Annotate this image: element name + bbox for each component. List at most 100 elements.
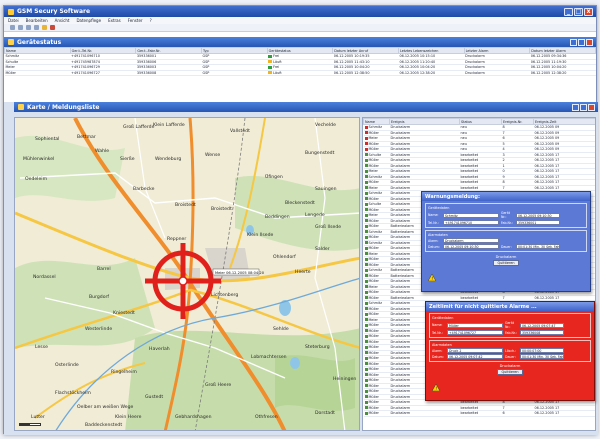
maximize-button[interactable]: □ bbox=[574, 8, 583, 16]
fabnr-field[interactable]: 359336008 bbox=[520, 330, 564, 335]
table-cell: 06.12.2005 12:38:20 bbox=[529, 70, 596, 76]
place-label: Flachstöckheim bbox=[55, 390, 91, 396]
warning-dialog-titlebar: Warnungsmeldung: bbox=[422, 192, 590, 201]
place-label: Lobmachtersen bbox=[251, 354, 287, 360]
name-field[interactable]: Müller bbox=[447, 322, 503, 328]
date-label: Datum: bbox=[428, 244, 440, 249]
date-field[interactable]: 06.12.2005 09:10:30 bbox=[443, 244, 499, 249]
device-no-field[interactable]: 06.12.2005 09:07:47 bbox=[520, 322, 564, 328]
warning-icon: ! bbox=[428, 274, 436, 281]
alarm-status-text: Druckalarm bbox=[499, 364, 521, 368]
event-icon bbox=[364, 378, 368, 382]
duration-field[interactable]: 00:01:30 Min. 30 Sek. Fahrt bbox=[520, 354, 564, 359]
table-cell: Läuft bbox=[267, 70, 333, 76]
alarm-label: Alarm: bbox=[432, 348, 443, 353]
menu-datei[interactable]: Datei bbox=[8, 18, 19, 23]
place-label: Osterlinde bbox=[55, 362, 79, 368]
place-label: Barbecke bbox=[133, 186, 155, 192]
map-view[interactable]: Groß Lafferde Klein Lafferde Vallstedt Vech… bbox=[14, 117, 360, 431]
menu-extras[interactable]: Extras bbox=[108, 18, 121, 23]
event-icon bbox=[364, 241, 368, 245]
event-icon bbox=[364, 169, 368, 173]
fabnr-label: Fab.Nr.: bbox=[505, 330, 518, 335]
fabnr-field[interactable]: 359336001 bbox=[516, 220, 560, 225]
group-label: Gerätedaten bbox=[428, 206, 450, 210]
place-label: Westerlinde bbox=[85, 326, 112, 332]
map-canvas[interactable]: Groß LafferdeKlein Lafferde Vallstedt Vech… bbox=[15, 118, 360, 431]
save-icon[interactable] bbox=[26, 25, 31, 30]
alarm-field[interactable]: Druckalarm bbox=[443, 238, 499, 243]
table-cell: GSP bbox=[201, 70, 268, 76]
close-button[interactable]: x bbox=[584, 8, 593, 16]
event-icon bbox=[364, 202, 368, 206]
menu-fenster[interactable]: Fenster bbox=[128, 18, 143, 23]
print-icon[interactable] bbox=[34, 25, 39, 30]
alarm-field[interactable]: Druck 2 bbox=[447, 348, 503, 353]
panel-restore-button[interactable] bbox=[570, 39, 577, 46]
list-item[interactable]: MüllerDruckalarmbearbeitet606.12.2005 17 bbox=[363, 410, 595, 417]
event-icon bbox=[364, 180, 368, 184]
panel-buttons bbox=[570, 39, 593, 46]
open-icon[interactable] bbox=[18, 25, 23, 30]
menu-ansicht[interactable]: Ansicht bbox=[55, 18, 70, 23]
help-icon[interactable] bbox=[42, 25, 47, 30]
menu-bearbeiten[interactable]: Bearbeiten bbox=[26, 18, 48, 23]
alarm-acknowledge-button[interactable]: Quittieren bbox=[497, 369, 523, 375]
table-row[interactable]: Müller +491741096727 359336008 GSP Läuft 06.1… bbox=[4, 70, 596, 76]
table-cell: 06.12.2005 12:38:50 bbox=[332, 70, 399, 76]
event-icon bbox=[364, 224, 368, 228]
event-icon bbox=[364, 318, 368, 322]
alarm-dialog-title: Zeitlimit für nicht quittierte Alarme ..… bbox=[429, 303, 537, 310]
place-label: Gustedt bbox=[145, 394, 163, 400]
map-panel-buttons bbox=[572, 104, 595, 111]
place-label: Othfresen bbox=[255, 414, 278, 420]
place-label: Ohlendorf bbox=[273, 254, 296, 260]
event-icon bbox=[364, 257, 368, 261]
place-label: Heerte bbox=[295, 269, 311, 275]
place-label: Broistedt bbox=[175, 202, 196, 208]
place-label: Beddingen bbox=[265, 214, 290, 220]
menu-datenpflege[interactable]: Datenpflege bbox=[76, 18, 101, 23]
event-icon bbox=[364, 263, 368, 267]
event-icon bbox=[364, 246, 368, 250]
device-no-field[interactable]: 06.12.2005 09:10:30 bbox=[516, 212, 560, 218]
place-label: Sierße bbox=[120, 156, 135, 162]
device-status-title: Gerätestatus bbox=[17, 38, 62, 46]
event-icon bbox=[364, 158, 368, 162]
map-close-button[interactable] bbox=[588, 104, 595, 111]
name-field[interactable]: Schmitz bbox=[443, 212, 499, 218]
telnr-label: Tel.Nr.: bbox=[428, 220, 439, 225]
map-maximize-button[interactable] bbox=[580, 104, 587, 111]
menu-help[interactable]: ? bbox=[150, 18, 152, 23]
minimize-button[interactable]: _ bbox=[564, 8, 573, 16]
event-icon bbox=[364, 329, 368, 333]
menu-bar: Datei Bearbeiten Ansicht Datenpflege Ext… bbox=[4, 17, 596, 24]
device-status-table: Name Ger.t.-Tel.Nr. Ger.t.-Fabr.Nr. Typ Gerä… bbox=[4, 47, 596, 76]
panel-maximize-button[interactable] bbox=[578, 39, 585, 46]
extra-field[interactable]: 00:00:07:00 bbox=[520, 348, 564, 353]
place-label: Wendeburg bbox=[155, 156, 181, 162]
alarm-alarm-group: Alarmdaten Alarm: Druck 2 Lösch.: 00:00:… bbox=[429, 340, 591, 362]
map-restore-button[interactable] bbox=[572, 104, 579, 111]
place-label: Groß Ilsede bbox=[315, 224, 341, 230]
warning-device-group: Gerätedaten Name: Schmitz Gerät Nr.: 06.… bbox=[425, 203, 587, 228]
place-label: Salder bbox=[315, 246, 330, 252]
event-icon bbox=[364, 384, 368, 388]
telnr-field[interactable]: +491741096710 bbox=[443, 220, 499, 225]
event-icon bbox=[364, 411, 368, 415]
date-field[interactable]: 06.12.2005 09:07:42 bbox=[447, 354, 503, 359]
warning-acknowledge-button[interactable]: Quittieren bbox=[493, 260, 519, 266]
place-label: Barrel bbox=[97, 266, 111, 272]
telnr-field[interactable]: +491741096727 bbox=[447, 330, 503, 335]
new-icon[interactable] bbox=[10, 25, 15, 30]
place-label: Oedeleim bbox=[25, 176, 48, 182]
alarm-icon[interactable] bbox=[50, 25, 55, 30]
place-label: Vechelde bbox=[315, 122, 336, 128]
window-buttons: _ □ x bbox=[564, 8, 593, 16]
place-label: Oelber am weißen Wege bbox=[77, 404, 134, 410]
event-icon bbox=[364, 208, 368, 212]
duration-field[interactable]: 00:01:30 Min. 30 Sek. Fahrt bbox=[516, 244, 560, 249]
duration-label: Dauer: bbox=[505, 354, 516, 359]
place-label: Kniestedt bbox=[113, 310, 135, 316]
panel-close-button[interactable] bbox=[586, 39, 593, 46]
